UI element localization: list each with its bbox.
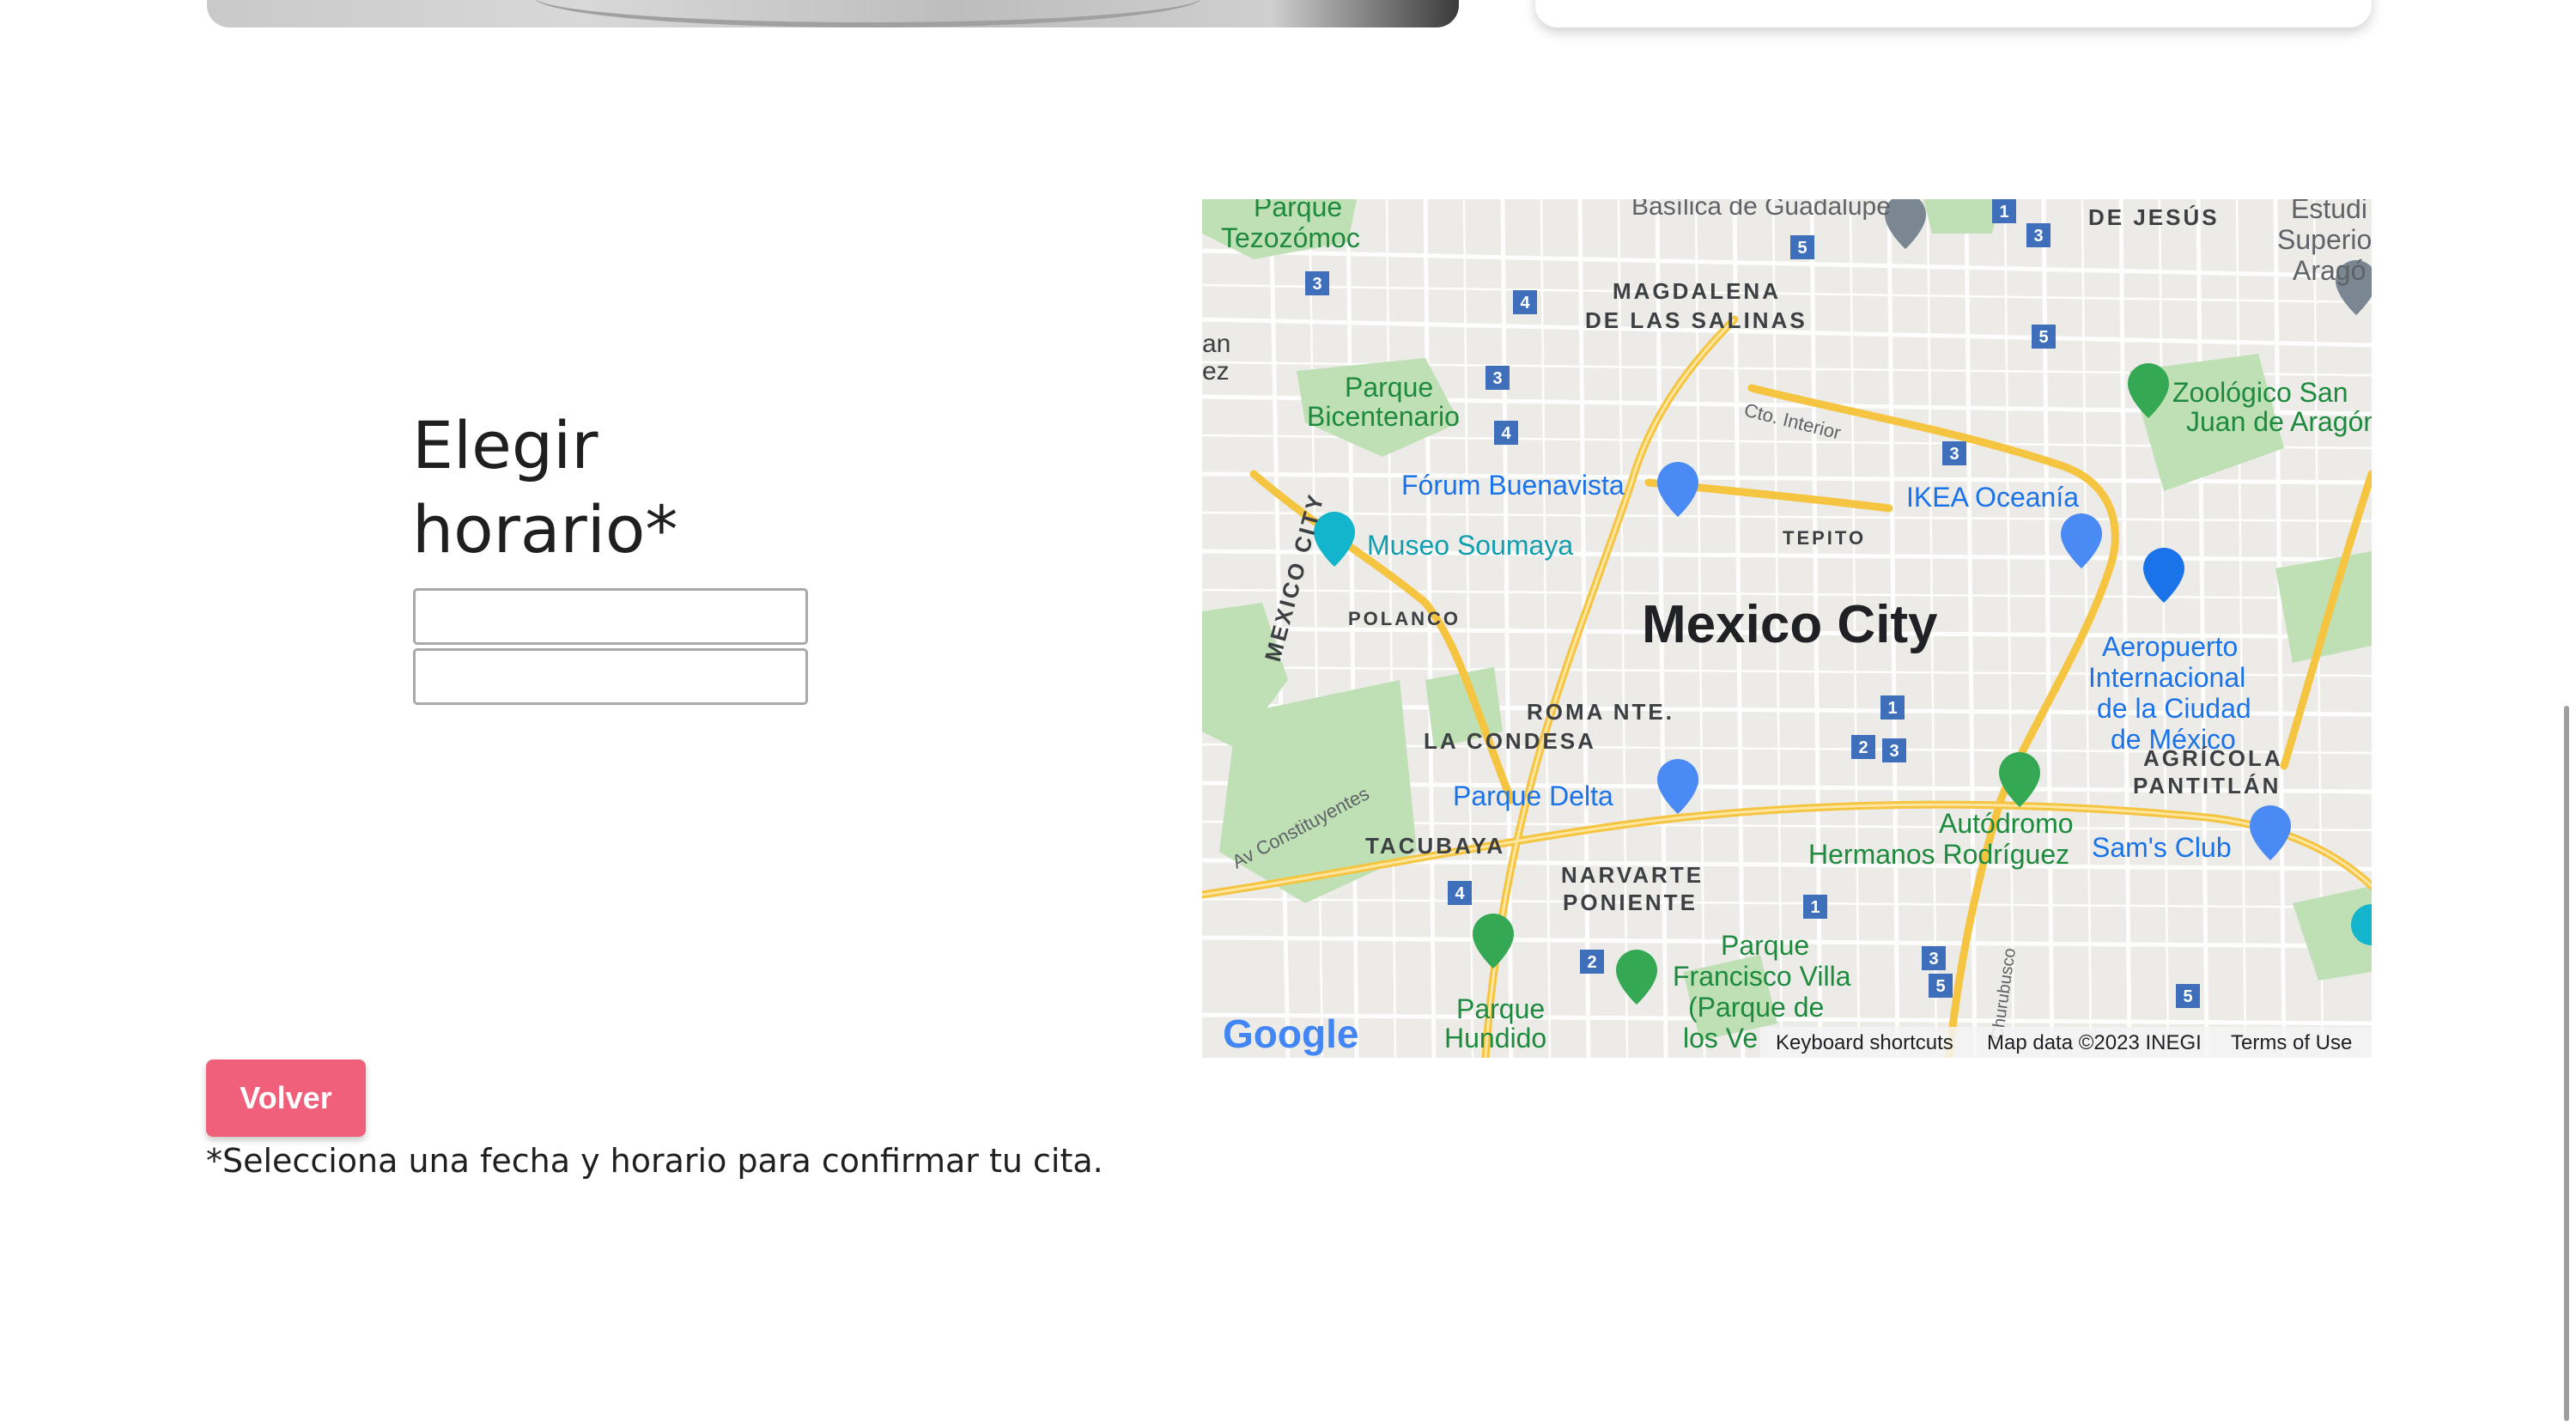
map-label: an [1202, 330, 1230, 358]
map-label: Hundido [1444, 1023, 1546, 1054]
google-map[interactable]: 1 3 5 3 4 3 4 5 3 1 2 3 4 2 1 3 5 5 Basí… [1202, 199, 2372, 1058]
date-field[interactable] [413, 588, 808, 645]
map-label: Aragó [2293, 255, 2366, 286]
map-label: Tezozómoc [1221, 222, 1360, 253]
map-label: Museo Soumaya [1367, 530, 1573, 561]
route-badge: 3 [1312, 275, 1321, 294]
heading-line-2: horario* [412, 491, 678, 568]
map-label: LA CONDESA [1424, 728, 1596, 754]
route-badge: 1 [1999, 203, 2008, 222]
map-label: TACUBAYA [1365, 833, 1505, 859]
map-label: PONIENTE [1563, 890, 1698, 915]
route-badge: 5 [2183, 987, 2192, 1006]
route-badge: 1 [1887, 699, 1897, 718]
route-badge: 5 [1935, 977, 1945, 996]
map-label: PANTITLÁN [2133, 773, 2281, 799]
map-label: POLANCO [1348, 608, 1461, 629]
route-badge: 1 [1810, 898, 1820, 917]
map-label: ROMA NTE. [1527, 699, 1674, 725]
map-label: AGRÍCOLA [2143, 745, 2283, 771]
map-label: (Parque de [1688, 992, 1824, 1023]
map-label: Basílica de Guadalupe [1631, 199, 1891, 221]
route-badge: 3 [2033, 227, 2043, 246]
page-scrollbar[interactable] [2564, 706, 2569, 1421]
map-label: DE JESÚS [2088, 204, 2220, 230]
map-label: TEPITO [1783, 527, 1866, 549]
map-label: MAGDALENA [1613, 278, 1781, 304]
map-label: Estudi [2291, 199, 2367, 224]
route-badge: 5 [2038, 328, 2048, 347]
map-label: Aeropuerto [2102, 631, 2238, 662]
map-label: Parque Delta [1453, 780, 1613, 811]
google-logo: Google [1223, 1011, 1358, 1056]
map-label: ez [1202, 357, 1230, 386]
map-label: Sam's Club [2092, 832, 2232, 863]
map-label: Parque [1345, 372, 1433, 403]
route-badge: 5 [1797, 239, 1807, 258]
map-label: IKEA Oceanía [1906, 482, 2079, 513]
map-label: Parque [1254, 199, 1342, 222]
map-label: Parque [1456, 993, 1545, 1024]
top-card [1535, 0, 2372, 27]
map-label: de la Ciudad [2097, 693, 2251, 724]
map-city-label: Mexico City [1642, 595, 1938, 654]
route-badge: 3 [1492, 369, 1502, 388]
map-label: Internacional [2088, 662, 2245, 693]
map-label: NARVARTE [1561, 862, 1704, 888]
route-badge: 2 [1587, 953, 1596, 972]
schedule-heading: Elegir horario* [412, 404, 677, 572]
route-badge: 2 [1858, 738, 1868, 757]
keyboard-shortcuts-link[interactable]: Keyboard shortcuts [1776, 1031, 1953, 1054]
map-label: Autódromo [1939, 808, 2074, 839]
time-field[interactable] [413, 648, 808, 705]
top-product-image [207, 0, 1459, 27]
route-badge: 3 [1889, 742, 1899, 761]
appointment-note: *Selecciona una fecha y horario para con… [206, 1142, 1103, 1180]
map-label: Juan de Aragón [2186, 406, 2372, 437]
map-label: Superio [2277, 224, 2372, 255]
route-badge: 4 [1501, 424, 1511, 443]
map-label: Francisco Villa [1673, 961, 1851, 992]
route-badge: 3 [1929, 950, 1938, 969]
image-rim [533, 0, 1203, 27]
terms-of-use-link[interactable]: Terms of Use [2231, 1031, 2352, 1054]
map-label: Bicentenario [1307, 401, 1460, 432]
map-label: Parque [1721, 930, 1809, 961]
route-badge: 4 [1520, 294, 1530, 313]
map-label: Hermanos Rodríguez [1808, 839, 2069, 870]
map-label: Fórum Buenavista [1401, 470, 1625, 501]
back-button[interactable]: Volver [206, 1060, 366, 1137]
route-badge: 3 [1949, 445, 1959, 464]
route-badge: 4 [1455, 884, 1465, 903]
map-label: Zoológico San [2172, 377, 2348, 408]
heading-line-1: Elegir [412, 407, 598, 483]
map-data-attribution: Map data ©2023 INEGI [1987, 1031, 2202, 1054]
map-label: los Ve [1683, 1023, 1758, 1054]
map-label: DE LAS SALINAS [1585, 307, 1807, 333]
map-canvas[interactable]: 1 3 5 3 4 3 4 5 3 1 2 3 4 2 1 3 5 5 Basí… [1202, 199, 2372, 1058]
